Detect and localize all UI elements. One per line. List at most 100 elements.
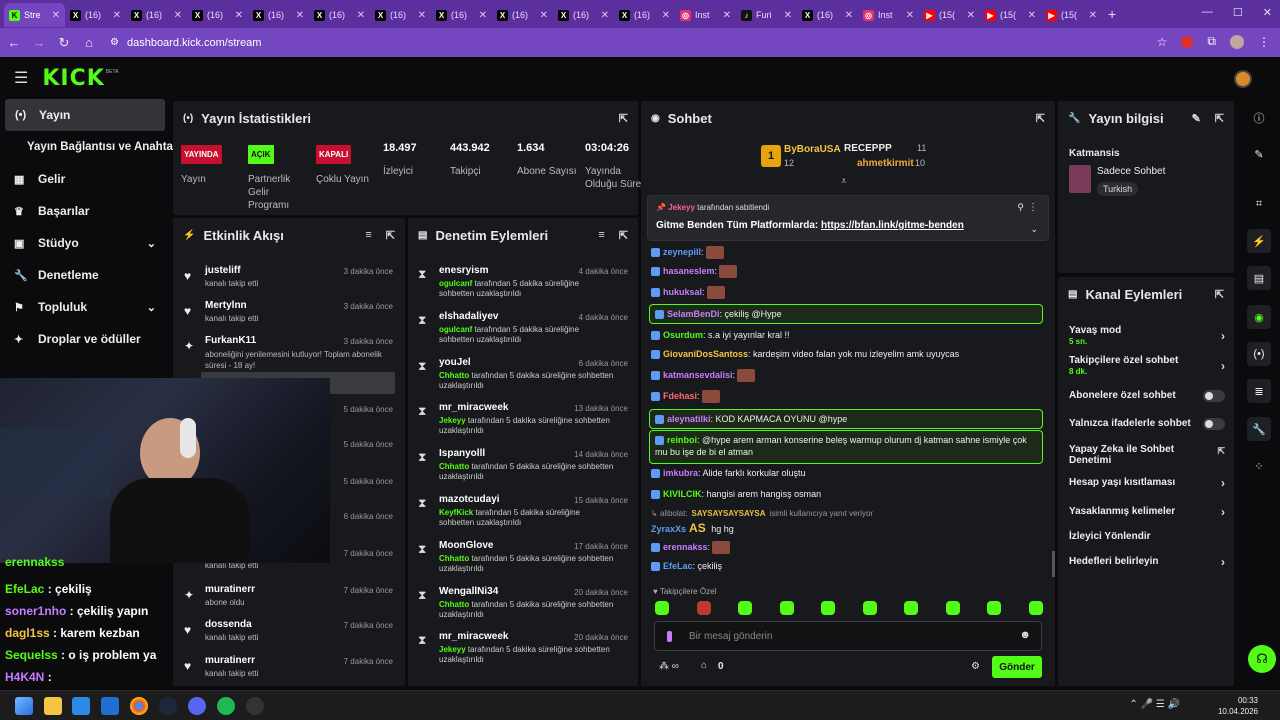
activity-row[interactable]: ✦ FurkanK11 aboneliğini yenilemesini kutlu… xyxy=(173,333,405,370)
sidebar-item[interactable]: ♛ Başarılar xyxy=(0,195,170,227)
tab-close-icon[interactable]: ✕ xyxy=(1028,10,1036,21)
forward-icon[interactable]: → xyxy=(28,35,50,50)
tab-close-icon[interactable]: ✕ xyxy=(784,10,792,21)
quick-emote-icon[interactable] xyxy=(738,601,752,615)
browser-tab[interactable]: ◎ Inst ✕ xyxy=(858,3,919,27)
chevron-down-icon[interactable]: ⌄ xyxy=(147,237,156,250)
tab-close-icon[interactable]: ✕ xyxy=(113,10,121,21)
sidebar-item[interactable]: ▣ Stüdyo ⌄ xyxy=(0,227,170,259)
chat-username[interactable]: KIVILCIK xyxy=(663,489,702,499)
channel-action-row[interactable]: Yavaş mod 5 sn. › xyxy=(1069,325,1225,346)
moderated-username[interactable]: mr_miracweek xyxy=(439,402,509,413)
tab-close-icon[interactable]: ✕ xyxy=(1089,10,1097,21)
edit-icon[interactable]: ✎ xyxy=(1247,142,1271,166)
browser-tab[interactable]: X (16) ✕ xyxy=(65,3,126,27)
store-app-icon[interactable] xyxy=(72,697,90,715)
quick-emote-icon[interactable] xyxy=(862,601,877,615)
site-info-icon[interactable]: ⚙ xyxy=(110,37,119,48)
browser-tab[interactable]: ◎ Inst ✕ xyxy=(675,3,736,27)
outlook-icon[interactable] xyxy=(101,697,119,715)
tab-close-icon[interactable]: ✕ xyxy=(357,10,365,21)
unpin-icon[interactable]: ⚲ xyxy=(1017,202,1024,213)
moderated-username[interactable]: youJel xyxy=(439,357,471,368)
chevron-right-icon[interactable]: › xyxy=(1221,555,1225,569)
browser-tab[interactable]: ▶ (15(✕ xyxy=(919,3,980,27)
moderated-username[interactable]: mazotcudayi xyxy=(439,494,500,505)
moderated-username[interactable]: mr_miracweek xyxy=(439,631,509,642)
browser-tab[interactable]: X (16) ✕ xyxy=(492,3,553,27)
tab-close-icon[interactable]: ✕ xyxy=(662,10,670,21)
lightning-icon[interactable]: ⚡ xyxy=(1247,229,1271,253)
moderation-row[interactable]: ⧗ Ispanyolll 14 dakika önce Chhatto tarafın… xyxy=(408,446,638,492)
sliders-icon[interactable]: ≣ xyxy=(1247,379,1271,403)
chat-username[interactable]: imkubra xyxy=(663,468,698,478)
steam-icon[interactable] xyxy=(159,697,177,715)
windows-start-icon[interactable] xyxy=(15,697,33,715)
info-icon[interactable]: ⓘ xyxy=(1247,106,1271,130)
external-link-icon[interactable]: ⇱ xyxy=(1217,446,1225,457)
channel-action-row[interactable]: Hedefleri belirleyin › xyxy=(1069,555,1225,569)
reload-icon[interactable]: ↻ xyxy=(53,35,75,51)
moderation-row[interactable]: ⧗ mr_miracweek 13 dakika önce Jekeyy tarafı… xyxy=(408,400,638,446)
chevron-right-icon[interactable]: › xyxy=(1221,359,1225,373)
activity-username[interactable]: muratinerr xyxy=(205,655,255,666)
quick-emote-icon[interactable] xyxy=(655,601,669,615)
maximize-icon[interactable]: ☐ xyxy=(1233,6,1243,19)
quick-emote-icon[interactable] xyxy=(696,601,711,615)
media-player-icon[interactable] xyxy=(246,697,264,715)
sidebar-item[interactable]: 🔧 Denetleme xyxy=(0,259,170,291)
new-tab-icon[interactable]: + xyxy=(1108,6,1116,22)
moderator-name[interactable]: Chhatto xyxy=(439,600,469,609)
send-button[interactable]: Gönder xyxy=(992,656,1042,678)
edit-pencil-icon[interactable]: ✎ xyxy=(1192,112,1201,125)
crop-icon[interactable]: ⌗ xyxy=(1247,192,1271,216)
chat-username[interactable]: EfeLac xyxy=(663,561,693,571)
tab-close-icon[interactable]: ✕ xyxy=(601,10,609,21)
browser-tab[interactable]: X (16) ✕ xyxy=(309,3,370,27)
emoji-picker-icon[interactable]: ☻ xyxy=(1019,629,1031,641)
moderator-name[interactable]: Chhatto xyxy=(439,371,469,380)
activity-username[interactable]: justeliff xyxy=(205,265,241,276)
activity-row[interactable]: ♥ dossenda kanalı takip etti 7 dakika önce xyxy=(173,617,405,653)
sidebar-item[interactable]: (•) Yayın xyxy=(5,99,165,131)
store-icon[interactable]: ⌂ xyxy=(701,660,707,671)
popout-icon[interactable]: ⇱ xyxy=(1215,112,1224,125)
tab-close-icon[interactable]: ✕ xyxy=(418,10,426,21)
browser-tab[interactable]: X (16) ✕ xyxy=(614,3,675,27)
popout-icon[interactable]: ⇱ xyxy=(619,112,628,125)
tab-close-icon[interactable]: ✕ xyxy=(296,10,304,21)
moderation-row[interactable]: ⧗ enesryism 4 dakika önce ogulcanf tarafınd… xyxy=(408,263,638,309)
moderated-username[interactable]: enesryism xyxy=(439,265,488,276)
sidebar-item[interactable]: ▦ Gelir xyxy=(0,163,170,195)
browser-tab[interactable]: X (16) ✕ xyxy=(248,3,309,27)
broadcast-icon[interactable]: (•) xyxy=(1247,342,1271,366)
url-field[interactable]: ⚙ dashboard.kick.com/stream xyxy=(110,32,1170,54)
tab-close-icon[interactable]: ✕ xyxy=(845,10,853,21)
channel-action-row[interactable]: İzleyici Yönlendir xyxy=(1069,531,1225,542)
activity-username[interactable]: Mertylnn xyxy=(205,300,247,311)
category-name[interactable]: Sadece Sohbet xyxy=(1097,166,1165,177)
clock[interactable]: 00:33 10.04.2026 xyxy=(1218,695,1258,717)
moderation-row[interactable]: ⧗ mazotcudayi 15 dakika önce KeyfKick taraf… xyxy=(408,492,638,538)
moderator-name[interactable]: Chhatto xyxy=(439,462,469,471)
tab-close-icon[interactable]: ✕ xyxy=(235,10,243,21)
moderation-row[interactable]: ⧗ mr_miracweek 20 dakika önce Jekeyy tarafı… xyxy=(408,629,638,675)
quick-emote-icon[interactable] xyxy=(945,601,960,615)
popout-icon[interactable]: ⇱ xyxy=(386,229,395,242)
pinned-by-user[interactable]: Jekeyy xyxy=(668,203,695,212)
more-dots-icon[interactable]: ⁘ xyxy=(1247,454,1271,478)
back-icon[interactable]: ← xyxy=(3,35,25,50)
moderated-username[interactable]: WengallNi34 xyxy=(439,586,498,597)
reply-to-user[interactable]: alibolat: xyxy=(660,509,688,518)
chat-username[interactable]: erennakss xyxy=(663,542,708,552)
chat-username[interactable]: hukuksal xyxy=(663,287,702,297)
tab-close-icon[interactable]: ✕ xyxy=(52,10,60,21)
popout-icon[interactable]: ⇱ xyxy=(1215,288,1224,301)
toggle-switch[interactable] xyxy=(1203,418,1225,430)
chevron-down-icon[interactable]: ⌄ xyxy=(147,301,156,314)
browser-tab[interactable]: X (16) ✕ xyxy=(187,3,248,27)
filter-icon[interactable]: ≡ xyxy=(365,229,371,242)
filter-icon[interactable]: ≡ xyxy=(598,229,604,242)
chat-username[interactable]: zeynepill xyxy=(663,247,701,257)
quick-emote-icon[interactable] xyxy=(779,601,794,615)
